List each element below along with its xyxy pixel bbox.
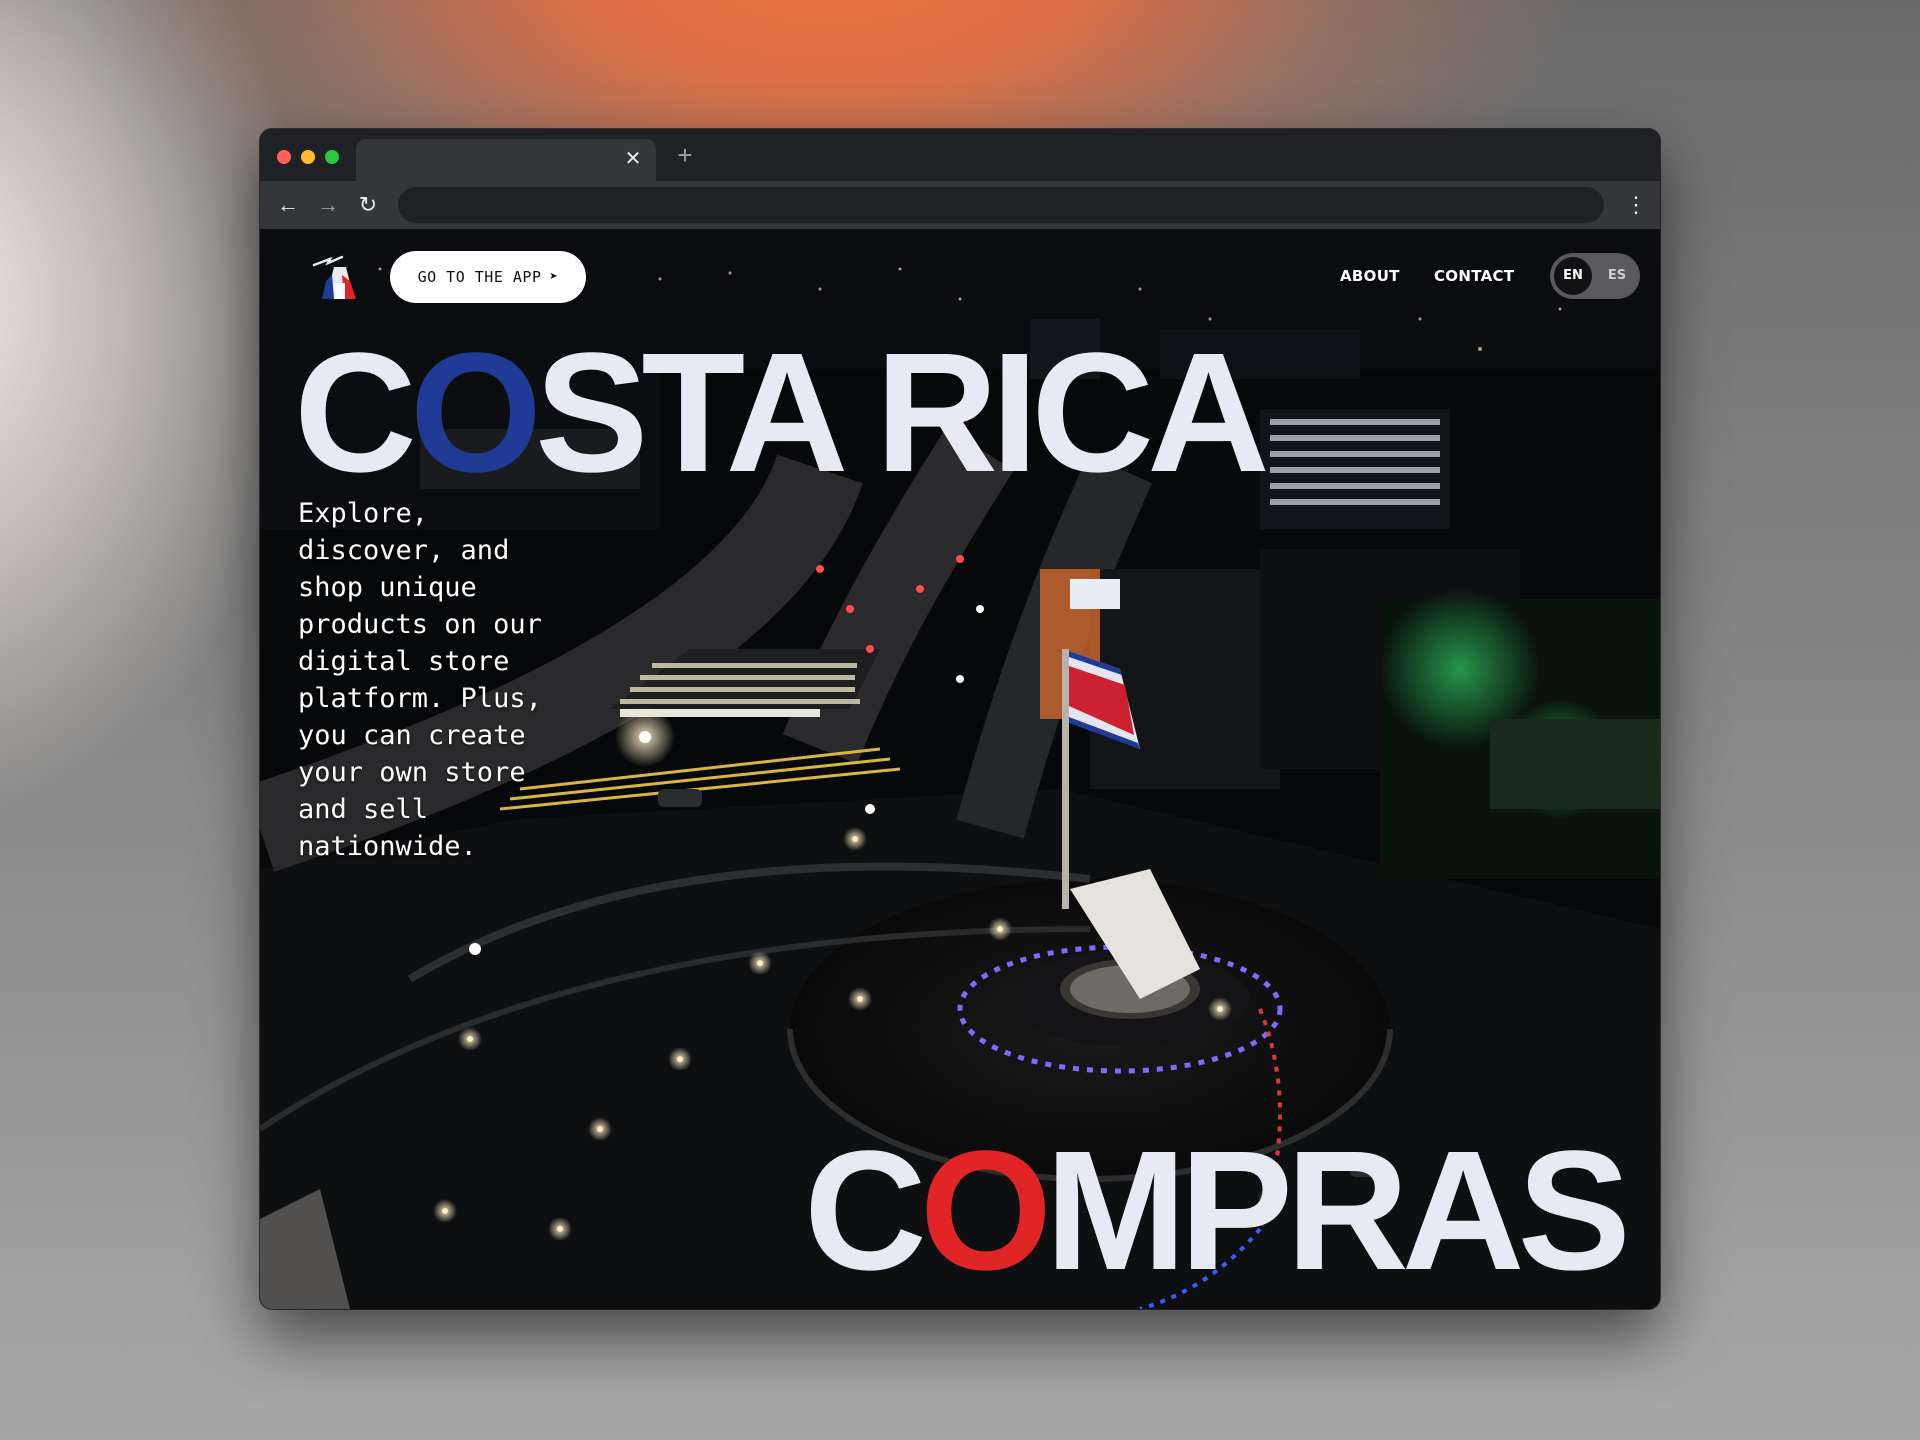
hero-subtitle-prefix: C	[804, 1116, 927, 1306]
nav-link-about[interactable]: ABOUT	[1340, 267, 1400, 285]
minimize-window-button[interactable]	[301, 150, 315, 164]
browser-window: ✕ + ← → ↻ ⋮ GO TO THE APP ➤ ABOUT CONTAC…	[260, 129, 1660, 1309]
tab-strip: ✕ +	[260, 129, 1660, 181]
close-window-button[interactable]	[277, 150, 291, 164]
hero-title-accent-o: O	[409, 318, 542, 508]
reload-icon[interactable]: ↻	[352, 189, 384, 221]
hero-subtitle-suffix: MPRAS	[1045, 1116, 1631, 1306]
browser-toolbar: ← → ↻ ⋮	[260, 181, 1660, 229]
page-viewport: GO TO THE APP ➤ ABOUT CONTACT EN ES COST…	[260, 229, 1660, 1309]
lang-option-es[interactable]: ES	[1598, 257, 1636, 295]
address-bar[interactable]	[398, 187, 1604, 223]
hero-title: COSTA RICA	[294, 328, 1270, 498]
hero-title-prefix: C	[294, 318, 417, 508]
go-to-app-label: GO TO THE APP	[417, 268, 542, 286]
send-arrow-icon: ➤	[549, 269, 559, 285]
back-arrow-icon[interactable]: ←	[272, 189, 304, 221]
go-to-app-button[interactable]: GO TO THE APP ➤	[390, 251, 586, 303]
close-icon[interactable]: ✕	[622, 148, 644, 170]
plus-icon[interactable]: +	[670, 141, 700, 171]
hero-subtitle-accent-o: O	[919, 1116, 1052, 1306]
nav-link-contact[interactable]: CONTACT	[1434, 267, 1514, 285]
forward-arrow-icon[interactable]: →	[312, 189, 344, 221]
language-toggle[interactable]: EN ES	[1550, 253, 1640, 299]
lang-option-en[interactable]: EN	[1554, 257, 1592, 295]
hero-title-suffix: STA RICA	[535, 318, 1270, 508]
browser-tab[interactable]: ✕	[356, 139, 656, 181]
kebab-menu-icon[interactable]: ⋮	[1624, 189, 1648, 221]
costa-rica-compras-logo[interactable]	[308, 253, 360, 303]
maximize-window-button[interactable]	[325, 150, 339, 164]
hero-description: Explore, discover, and shop unique produ…	[298, 498, 542, 862]
hero-subtitle: COMPRAS	[804, 1126, 1631, 1296]
